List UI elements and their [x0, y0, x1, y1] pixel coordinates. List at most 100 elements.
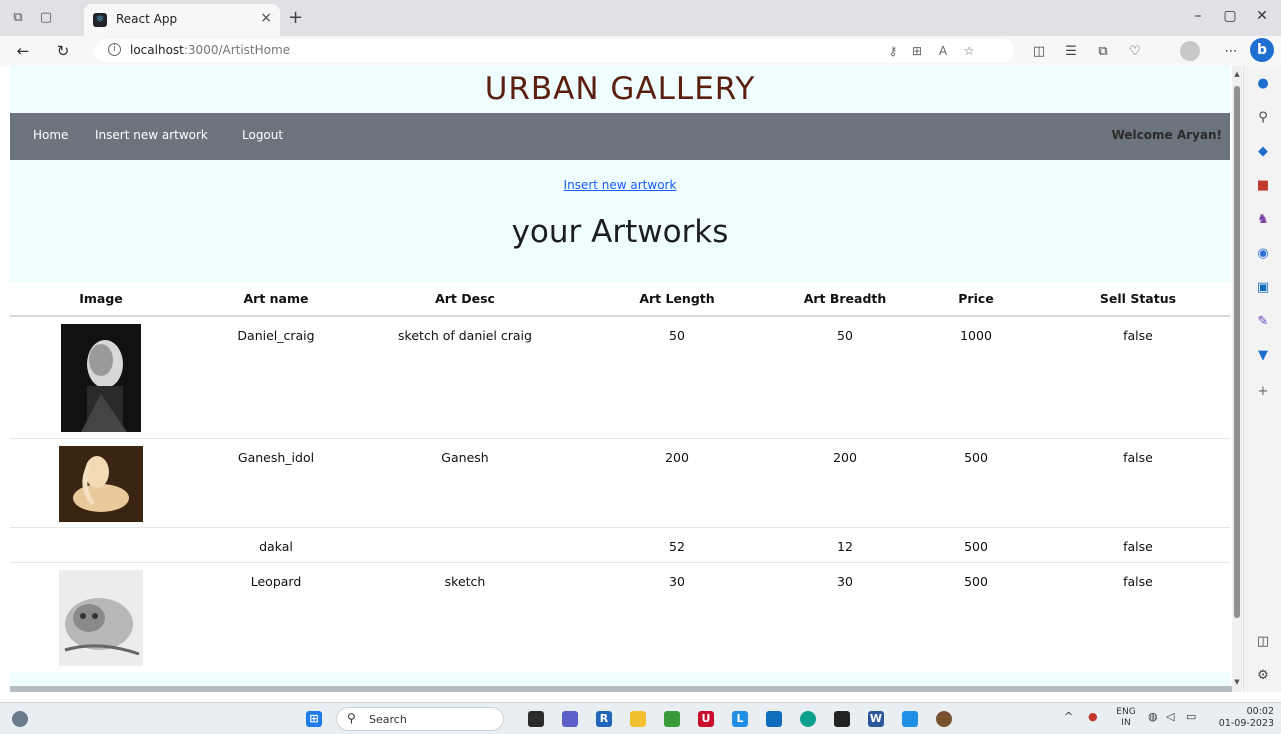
refresh-icon[interactable]: ↻	[54, 42, 72, 60]
horizontal-scrollbar[interactable]	[10, 686, 1232, 692]
key-icon[interactable]: ⚷	[884, 44, 902, 58]
art-desc-cell: sketch of daniel craig	[360, 316, 570, 439]
tray-app-icon[interactable]: ●	[1088, 710, 1098, 723]
site-info-icon[interactable]: i	[108, 43, 121, 56]
task-view-icon[interactable]	[528, 711, 544, 727]
page-heading: your Artworks	[511, 214, 729, 250]
artwork-thumbnail	[59, 569, 143, 666]
start-button-icon[interactable]: ⊞	[306, 711, 322, 727]
browser-essentials-icon[interactable]: ♡	[1126, 44, 1144, 59]
page-viewport: URBAN GALLERY Home Insert new artwork Lo…	[10, 66, 1230, 686]
collections-icon[interactable]: ⧉	[1094, 44, 1112, 59]
price-cell: 500	[906, 562, 1046, 673]
page-footer-strip	[10, 672, 1230, 686]
art-length-cell: 52	[570, 527, 784, 563]
art-breadth-cell: 200	[784, 438, 906, 528]
art-name-cell: dakal	[192, 527, 360, 563]
favorites-icon[interactable]: ☰	[1062, 44, 1080, 59]
notifications-icon[interactable]: ●	[1255, 76, 1271, 92]
minimize-icon[interactable]: –	[1188, 8, 1208, 24]
insert-artwork-link[interactable]: Insert new artwork	[10, 178, 1230, 192]
weather-widget-icon[interactable]	[12, 711, 28, 727]
taskbar-search-box[interactable]: ⚲ Search	[336, 707, 504, 731]
vertical-scrollbar[interactable]: ▲ ▼	[1232, 66, 1242, 692]
outlook-icon[interactable]: ▣	[1255, 280, 1271, 296]
favorite-star-icon[interactable]: ☆	[960, 44, 978, 58]
art-desc-cell	[360, 527, 570, 563]
split-screen-icon[interactable]: ◫	[1030, 44, 1048, 59]
art-name-cell: Leopard	[192, 562, 360, 673]
tab-react-app[interactable]: ⚛ React App ×	[84, 4, 280, 36]
teams-chat-icon[interactable]	[562, 711, 578, 727]
browser-tab-bar: ⧉ ▢ ⚛ React App × + – ▢ ✕	[0, 0, 1281, 36]
shopping-tag-icon[interactable]: ◆	[1255, 144, 1271, 160]
artwork-image-cell	[10, 527, 192, 563]
sell-status-cell: false	[1046, 438, 1230, 528]
word-icon[interactable]: W	[868, 711, 884, 727]
drop-icon[interactable]: ▼	[1255, 348, 1271, 364]
designer-icon[interactable]: ✎	[1255, 314, 1271, 330]
tools-briefcase-icon[interactable]: ■	[1255, 178, 1271, 194]
volume-muted-icon[interactable]: ◁	[1166, 710, 1174, 723]
table-row: dakal 52 12 500 false	[10, 527, 1230, 563]
header-art-name: Art name	[192, 282, 360, 317]
header-sell-status: Sell Status	[1046, 282, 1230, 317]
l-app-icon[interactable]: L	[732, 711, 748, 727]
more-menu-icon[interactable]: ⋯	[1222, 44, 1240, 59]
bing-copilot-icon[interactable]: b	[1250, 38, 1274, 62]
close-window-icon[interactable]: ✕	[1252, 8, 1272, 24]
terminal-icon[interactable]	[834, 711, 850, 727]
hero-section: Insert new artwork your Artworks	[10, 160, 1230, 282]
art-desc-cell: sketch	[360, 562, 570, 673]
scrollbar-thumb[interactable]	[1234, 86, 1240, 618]
mcafee-icon[interactable]: U	[698, 711, 714, 727]
artwork-image-cell	[10, 438, 192, 528]
mail-icon[interactable]	[766, 711, 782, 727]
art-desc-cell: Ganesh	[360, 438, 570, 528]
workspaces-icon[interactable]: ⧉	[10, 10, 26, 26]
scroll-up-icon[interactable]: ▲	[1232, 70, 1242, 78]
back-icon[interactable]: ←	[14, 42, 32, 60]
art-name-cell: Daniel_craig	[192, 316, 360, 439]
search-icon[interactable]: ⚲	[1255, 110, 1271, 126]
hide-sidebar-icon[interactable]: ◫	[1255, 634, 1271, 650]
table-header-row: Image Art name Art Desc Art Length Art B…	[10, 282, 1230, 317]
nav-logout-link[interactable]: Logout	[242, 128, 283, 142]
show-hidden-icons-icon[interactable]: ^	[1064, 710, 1073, 723]
read-aloud-icon[interactable]: A	[934, 44, 952, 58]
games-icon[interactable]: ♞	[1255, 212, 1271, 228]
scroll-down-icon[interactable]: ▼	[1232, 678, 1242, 686]
restore-icon[interactable]: ▢	[1220, 8, 1240, 24]
r-app-icon[interactable]: R	[596, 711, 612, 727]
url-input[interactable]: i localhost:3000/ArtistHome ⚷ ⊞ A ☆	[94, 39, 1014, 63]
network-icon[interactable]: ◍	[1148, 710, 1158, 723]
battery-icon[interactable]: ▭	[1186, 710, 1196, 723]
tab-close-icon[interactable]: ×	[260, 10, 272, 26]
extra-app-icon[interactable]	[936, 711, 952, 727]
nav-insert-artwork-link[interactable]: Insert new artwork	[95, 128, 208, 142]
price-cell: 1000	[906, 316, 1046, 439]
language-indicator[interactable]: ENG IN	[1116, 707, 1136, 729]
sidebar-settings-icon[interactable]: ⚙	[1255, 668, 1271, 684]
header-price: Price	[906, 282, 1046, 317]
header-image: Image	[10, 282, 192, 317]
system-clock[interactable]: 00:02 01-09-2023	[1214, 706, 1274, 730]
table-row: Leopard sketch 30 30 500 false	[10, 562, 1230, 673]
new-tab-button[interactable]: +	[288, 7, 303, 28]
tab-actions-icon[interactable]: ▢	[38, 10, 54, 26]
address-bar-row: ← ↻ i localhost:3000/ArtistHome ⚷ ⊞ A ☆	[0, 36, 1281, 66]
edge-browser-icon[interactable]	[800, 711, 816, 727]
artwork-thumbnail	[61, 324, 141, 432]
nav-home-link[interactable]: Home	[33, 128, 68, 142]
microsoft-365-icon[interactable]: ◉	[1255, 246, 1271, 262]
green-app-icon[interactable]	[664, 711, 680, 727]
file-explorer-icon[interactable]	[630, 711, 646, 727]
app-available-icon[interactable]: ⊞	[908, 44, 926, 58]
site-title: URBAN GALLERY	[484, 71, 756, 107]
artwork-image-cell	[10, 316, 192, 439]
profile-avatar[interactable]	[1180, 41, 1200, 61]
art-length-cell: 50	[570, 316, 784, 439]
vscode-icon[interactable]	[902, 711, 918, 727]
artworks-table: Image Art name Art Desc Art Length Art B…	[10, 282, 1230, 673]
add-sidebar-app-icon[interactable]: +	[1255, 384, 1271, 400]
